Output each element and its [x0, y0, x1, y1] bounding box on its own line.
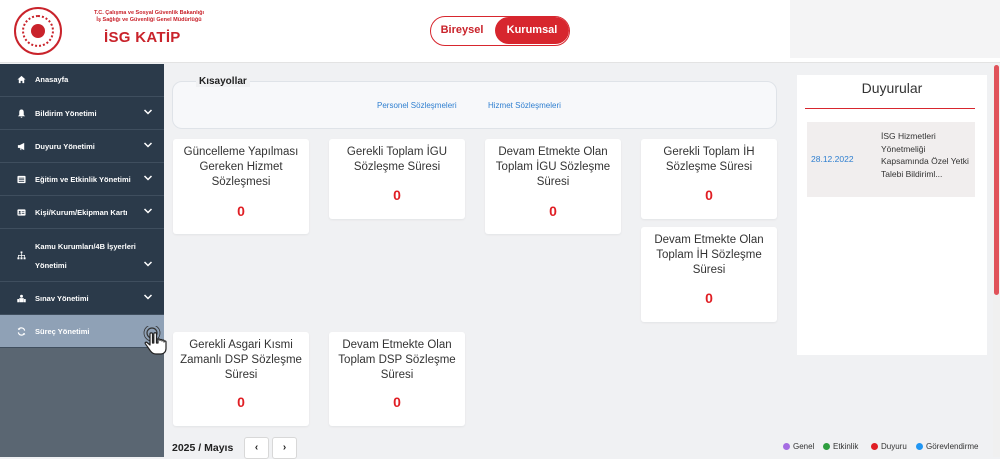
- users-icon: [16, 294, 26, 305]
- legend-gorevlendirme: Görevlendirme: [916, 442, 978, 451]
- calendar-next-button[interactable]: ›: [272, 437, 297, 459]
- legend-label: Genel: [793, 442, 815, 451]
- stat-card-devam-dsp[interactable]: Devam Etmekte Olan Toplam DSP Sözleşme S…: [329, 332, 465, 426]
- toggle-kurumsal[interactable]: Kurumsal: [495, 17, 569, 44]
- legend-dot: [823, 443, 830, 450]
- ministry-name: T.C. Çalışma ve Sosyal Güvenlik Bakanlığ…: [84, 10, 214, 24]
- announcement-item[interactable]: 28.12.2022 İSG Hizmetleri Yönetmeliği Ka…: [807, 122, 975, 197]
- card-value: 0: [705, 290, 713, 306]
- megaphone-icon: [16, 142, 26, 153]
- card-title: Gerekli Asgari Kısmi Zamanlı DSP Sözleşm…: [180, 339, 302, 381]
- stat-card-gerekli-dsp[interactable]: Gerekli Asgari Kısmi Zamanlı DSP Sözleşm…: [173, 332, 309, 426]
- legend-dot: [871, 443, 878, 450]
- sidebar-item-label: Kamu Kurumları/4B İşyerleri: [35, 242, 136, 251]
- chevron-down-icon: [143, 292, 153, 304]
- card-value: 0: [237, 203, 245, 219]
- stat-card-gerekli-ih[interactable]: Gerekli Toplam İH Sözleşme Süresi 0: [641, 139, 777, 219]
- legend-etkinlik: Etkinlik: [823, 442, 858, 451]
- sidebar-item-label: Bildirim Yönetimi: [35, 109, 97, 118]
- shortcut-hizmet-sozlesmeleri[interactable]: Hizmet Sözleşmeleri: [488, 101, 561, 110]
- sidebar-item-label: Kişi/Kurum/Ekipman Kartı: [35, 208, 128, 217]
- toggle-bireysel[interactable]: Bireysel: [431, 17, 493, 44]
- list-icon: [16, 175, 26, 186]
- ministry-logo[interactable]: [14, 7, 62, 55]
- announcements-panel: Duyurular 28.12.2022 İSG Hizmetleri Yöne…: [797, 75, 987, 355]
- card-title: Gerekli Toplam İGU Sözleşme Süresi: [346, 146, 448, 173]
- sidebar-item-bildirim[interactable]: Bildirim Yönetimi: [0, 97, 164, 130]
- refresh-icon: [16, 327, 26, 338]
- legend-label: Etkinlik: [833, 442, 859, 451]
- card-value: 0: [393, 394, 401, 410]
- stat-card-devam-igu[interactable]: Devam Etmekte Olan Toplam İGU Sözleşme S…: [485, 139, 621, 234]
- announcement-date: 28.12.2022: [811, 154, 854, 164]
- announcement-text: İSG Hizmetleri Yönetmeliği Kapsamında Öz…: [881, 131, 969, 179]
- card-title: Devam Etmekte Olan Toplam İH Sözleşme Sü…: [654, 234, 764, 276]
- legend-dot: [783, 443, 790, 450]
- sidebar-item-duyuru[interactable]: Duyuru Yönetimi: [0, 130, 164, 163]
- brand-title[interactable]: İSG KATİP: [104, 29, 181, 46]
- sitemap-icon: [16, 251, 26, 262]
- card-value: 0: [549, 203, 557, 219]
- sidebar-item-label: Duyuru Yönetimi: [35, 142, 95, 151]
- sidebar-item-sinav[interactable]: Sınav Yönetimi: [0, 282, 164, 315]
- sidebar-item-label: Sınav Yönetimi: [35, 294, 89, 303]
- card-value: 0: [705, 187, 713, 203]
- legend-duyuru: Duyuru: [871, 442, 907, 451]
- sidebar: Anasayfa Bildirim Yönetimi Duyuru Yöneti…: [0, 64, 164, 457]
- chevron-down-icon: [143, 173, 153, 185]
- sidebar-item-label-line-2: Yönetimi: [35, 261, 67, 270]
- logo-emblem-icon: [31, 24, 45, 38]
- sidebar-item-label: Anasayfa: [35, 75, 69, 84]
- header-user-area: [790, 0, 1000, 58]
- shortcuts-title: Kısayollar: [196, 76, 250, 87]
- page-scrollbar[interactable]: [993, 65, 1000, 457]
- card-value: 0: [237, 394, 245, 410]
- shortcuts-panel: [172, 81, 777, 129]
- ministry-line-1: T.C. Çalışma ve Sosyal Güvenlik Bakanlığ…: [93, 10, 205, 16]
- card-title: Devam Etmekte Olan Toplam DSP Sözleşme S…: [338, 339, 456, 381]
- card-value: 0: [393, 187, 401, 203]
- scrollbar-thumb[interactable]: [994, 65, 999, 295]
- ministry-line-2: İş Sağlığı ve Güvenliği Genel Müdürlüğü: [96, 17, 202, 23]
- sidebar-item-kisi-kurum[interactable]: Kişi/Kurum/Ekipman Kartı: [0, 196, 164, 229]
- id-card-icon: [16, 208, 26, 219]
- chevron-down-icon: [143, 206, 153, 218]
- stat-card-guncelleme[interactable]: Güncelleme Yapılması Gereken Hizmet Sözl…: [173, 139, 309, 234]
- stat-card-gerekli-igu[interactable]: Gerekli Toplam İGU Sözleşme Süresi 0: [329, 139, 465, 219]
- home-icon: [16, 75, 26, 86]
- legend-genel: Genel: [783, 442, 814, 451]
- calendar-period: 2025 / Mayıs: [172, 442, 234, 454]
- top-header: T.C. Çalışma ve Sosyal Güvenlik Bakanlığ…: [0, 0, 1000, 63]
- sidebar-item-egitim[interactable]: Eğitim ve Etkinlik Yönetimi: [0, 163, 164, 196]
- legend-label: Duyuru: [881, 442, 907, 451]
- card-title: Devam Etmekte Olan Toplam İGU Sözleşme S…: [495, 146, 611, 188]
- legend-dot: [916, 443, 923, 450]
- card-title: Güncelleme Yapılması Gereken Hizmet Sözl…: [183, 146, 299, 188]
- sidebar-item-kamu-kurumlari[interactable]: Kamu Kurumları/4B İşyerleri Yönetimi: [0, 229, 164, 282]
- stat-card-devam-ih[interactable]: Devam Etmekte Olan Toplam İH Sözleşme Sü…: [641, 227, 777, 322]
- bell-icon: [16, 109, 26, 120]
- announcements-title: Duyurular: [861, 80, 923, 96]
- chevron-down-icon: [143, 140, 153, 152]
- user-type-toggle: Bireysel Kurumsal: [430, 16, 570, 46]
- logo-ring: [22, 15, 54, 47]
- chevron-down-icon: [143, 259, 153, 271]
- shortcut-personel-sozlesmeleri[interactable]: Personel Sözleşmeleri: [377, 101, 457, 110]
- sidebar-item-label: Süreç Yönetimi: [35, 327, 90, 336]
- card-title: Gerekli Toplam İH Sözleşme Süresi: [663, 146, 755, 173]
- chevron-down-icon: [143, 107, 153, 119]
- announcements-divider: [805, 108, 975, 109]
- sidebar-item-anasayfa[interactable]: Anasayfa: [0, 64, 164, 97]
- legend-label: Görevlendirme: [926, 442, 979, 451]
- calendar-prev-button[interactable]: ‹: [244, 437, 269, 459]
- sidebar-item-label: Eğitim ve Etkinlik Yönetimi: [35, 175, 131, 184]
